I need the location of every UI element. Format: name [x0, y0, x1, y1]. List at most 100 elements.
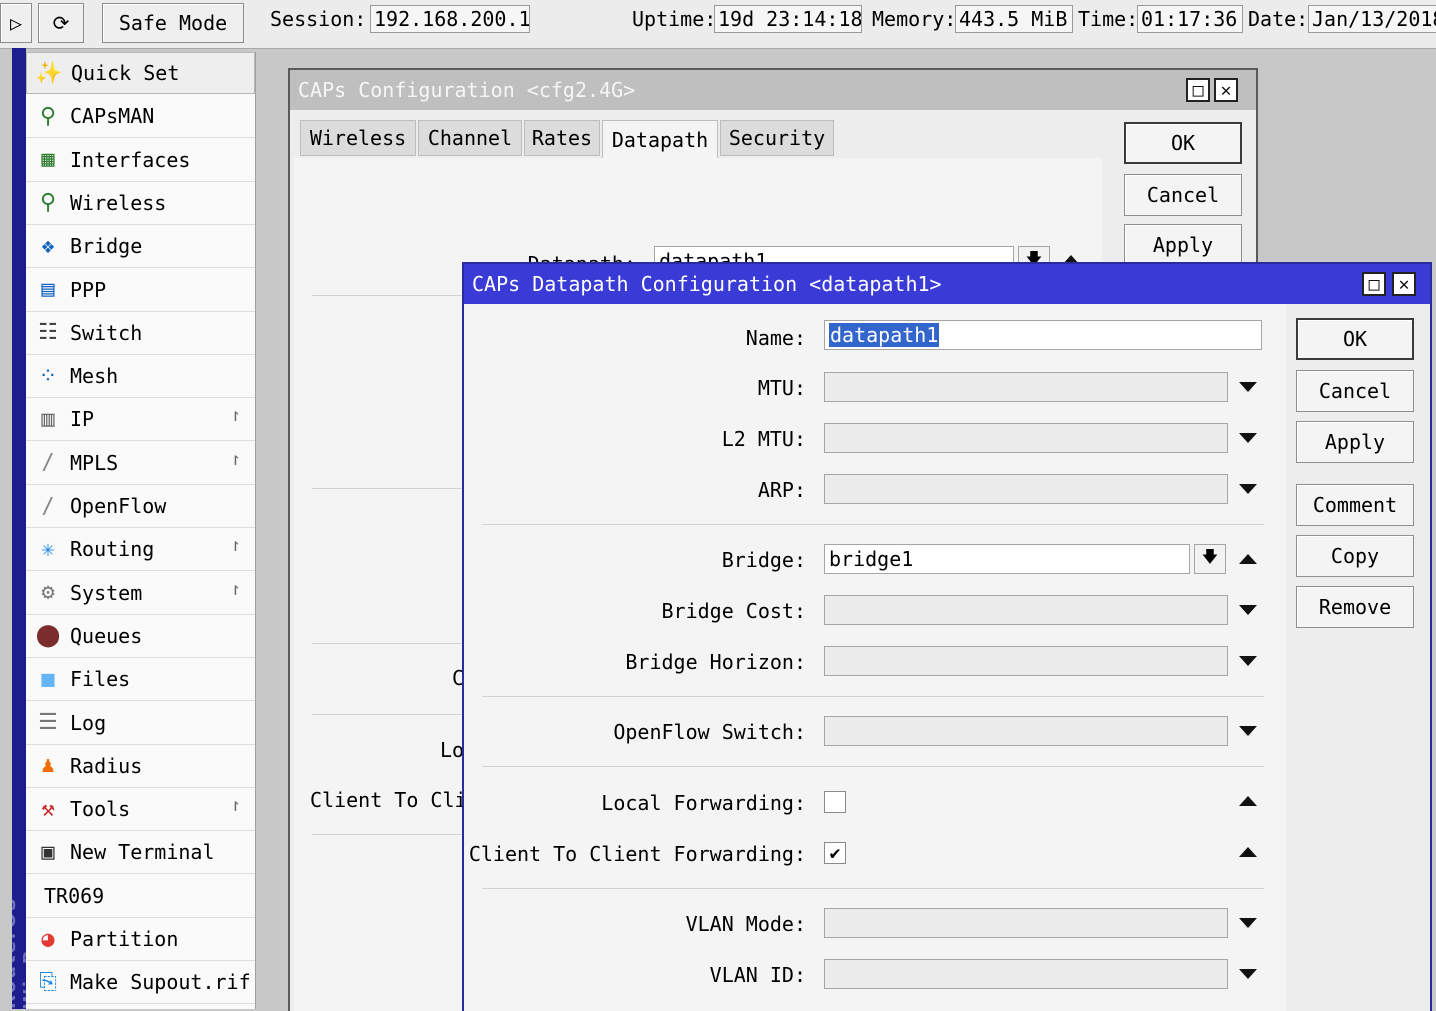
- apply-button[interactable]: Apply: [1124, 224, 1242, 266]
- sidebar-item-bridge[interactable]: ❖ Bridge: [26, 225, 255, 269]
- sidebar-item-mpls[interactable]: ∕ MPLS ↾: [26, 442, 255, 485]
- sidebar-item-system[interactable]: ⚙ System ↾: [26, 572, 255, 615]
- checkmark-icon: ✔: [829, 842, 841, 864]
- ok-button[interactable]: OK: [1296, 318, 1414, 360]
- separator: [312, 834, 472, 835]
- submenu-arrow-icon: ↾: [230, 405, 241, 427]
- dropdown-icon[interactable]: 🡇: [1194, 544, 1226, 574]
- close-icon[interactable]: ✕: [1214, 78, 1238, 102]
- users-icon: ♟: [41, 753, 55, 779]
- sidebar-item-new-terminal[interactable]: ▣ New Terminal: [26, 831, 255, 875]
- tab-rates[interactable]: Rates: [524, 120, 600, 156]
- sidebar-item-queues[interactable]: ⬤ Queues: [26, 615, 255, 658]
- collapse-arrow-icon[interactable]: [1239, 796, 1257, 806]
- sidebar-item-label: Bridge: [70, 234, 143, 259]
- sidebar-item-routing[interactable]: ✳ Routing ↾: [26, 528, 255, 572]
- caps-config-title: CAPs Configuration <cfg2.4G>: [298, 78, 636, 102]
- client-forwarding-label: Client To Client Forwarding:: [468, 842, 806, 866]
- sidebar-item-mesh[interactable]: ⁘ Mesh: [26, 355, 255, 399]
- close-icon[interactable]: ✕: [1392, 272, 1416, 296]
- collapse-arrow-icon[interactable]: [1239, 554, 1257, 564]
- bridge-icon: ❖: [41, 233, 55, 259]
- expand-arrow-icon[interactable]: [1239, 484, 1257, 494]
- vlan-mode-field[interactable]: [824, 908, 1228, 938]
- caps-config-titlebar[interactable]: CAPs Configuration <cfg2.4G>: [290, 70, 1256, 110]
- local-forwarding-checkbox[interactable]: [824, 791, 846, 813]
- safe-mode-button[interactable]: Safe Mode: [102, 3, 244, 43]
- vlan-mode-label: VLAN Mode:: [685, 912, 806, 936]
- sidebar-item-log[interactable]: ☰ Log: [26, 702, 255, 745]
- comment-button[interactable]: Comment: [1296, 484, 1414, 526]
- sidebar-item-tools[interactable]: ⚒ Tools ↾: [26, 788, 255, 832]
- bridge-select[interactable]: bridge1: [824, 544, 1190, 574]
- cancel-button[interactable]: Cancel: [1296, 370, 1414, 412]
- tab-channel[interactable]: Channel: [418, 120, 522, 156]
- mtu-field[interactable]: [824, 372, 1228, 402]
- l2mtu-field[interactable]: [824, 423, 1228, 453]
- sidebar-item-label: Tools: [70, 797, 131, 822]
- sidebar-item-interfaces[interactable]: ▦ Interfaces: [26, 139, 255, 182]
- folder-icon: ■: [41, 666, 55, 692]
- sidebar-item-tr069[interactable]: TR069: [26, 875, 255, 918]
- separator: [482, 524, 1264, 525]
- vlan-id-field[interactable]: [824, 959, 1228, 989]
- submenu-arrow-icon: ↾: [230, 795, 241, 817]
- session-label: Session:: [270, 7, 367, 31]
- l2mtu-label: L2 MTU:: [721, 427, 806, 451]
- wizard-icon: ✨: [35, 60, 63, 86]
- bridge-horizon-field[interactable]: [824, 646, 1228, 676]
- expand-arrow-icon[interactable]: [1239, 605, 1257, 615]
- sidebar-item-partition[interactable]: ◕ Partition: [26, 918, 255, 961]
- ok-button[interactable]: OK: [1124, 122, 1242, 164]
- tab-wireless[interactable]: Wireless: [300, 120, 416, 156]
- expand-arrow-icon[interactable]: [1239, 382, 1257, 392]
- redo-button[interactable]: ⟳: [38, 3, 84, 43]
- sidebar-item-ip[interactable]: ▥ IP ↾: [26, 398, 255, 442]
- expand-arrow-icon[interactable]: [1239, 656, 1257, 666]
- sidebar-item-openflow[interactable]: ∕ OpenFlow: [26, 485, 255, 528]
- datapath-config-titlebar[interactable]: CAPs Datapath Configuration <datapath1>: [464, 264, 1430, 304]
- expand-arrow-icon[interactable]: [1239, 918, 1257, 928]
- arp-field[interactable]: [824, 474, 1228, 504]
- tab-datapath[interactable]: Datapath: [602, 120, 718, 158]
- time-label: Time:: [1078, 7, 1139, 31]
- tab-security[interactable]: Security: [720, 120, 834, 156]
- sidebar-item-files[interactable]: ■ Files: [26, 658, 255, 702]
- expand-arrow-icon[interactable]: [1239, 726, 1257, 736]
- expand-arrow-icon[interactable]: [1239, 433, 1257, 443]
- maximize-icon[interactable]: □: [1186, 78, 1210, 102]
- sidebar-item-switch[interactable]: ☷ Switch: [26, 312, 255, 355]
- antenna-icon: ⚲: [39, 103, 57, 129]
- cancel-button[interactable]: Cancel: [1124, 174, 1242, 216]
- uptime-label: Uptime:: [632, 7, 717, 31]
- maximize-icon[interactable]: □: [1362, 272, 1386, 296]
- apply-button[interactable]: Apply: [1296, 421, 1414, 463]
- openflow-icon: ∕: [41, 493, 55, 519]
- collapse-arrow-icon[interactable]: [1239, 847, 1257, 857]
- sidebar-item-wireless[interactable]: ⚲ Wireless: [26, 182, 255, 225]
- separator: [312, 714, 472, 715]
- remove-button[interactable]: Remove: [1296, 586, 1414, 628]
- sidebar-item-label: OpenFlow: [70, 494, 167, 518]
- sidebar-item-ppp[interactable]: ▤ PPP: [26, 269, 255, 312]
- interfaces-icon: ▦: [41, 147, 55, 173]
- undo-button[interactable]: ▷: [0, 3, 32, 43]
- submenu-arrow-icon: ↾: [230, 448, 241, 470]
- memory-value: 443.5 MiB: [955, 5, 1073, 33]
- client-forwarding-checkbox[interactable]: ✔: [824, 842, 846, 864]
- sidebar-item-capsman[interactable]: ⚲ CAPsMAN: [26, 95, 255, 139]
- mtu-label: MTU:: [757, 376, 806, 400]
- sidebar-item-radius[interactable]: ♟ Radius: [26, 745, 255, 788]
- openflow-switch-field[interactable]: [824, 716, 1228, 746]
- sidebar-item-label: Files: [70, 667, 131, 692]
- separator: [482, 766, 1264, 767]
- bridge-cost-field[interactable]: [824, 595, 1228, 625]
- sidebar-item-quick-set[interactable]: ✨ Quick Set: [26, 52, 255, 94]
- copy-button[interactable]: Copy: [1296, 535, 1414, 577]
- sidebar-item-label: Wireless: [70, 190, 167, 215]
- expand-arrow-icon[interactable]: [1239, 969, 1257, 979]
- name-input[interactable]: datapath1: [824, 320, 1262, 350]
- sidebar-item-label: PPP: [70, 277, 107, 302]
- sidebar-item-make-supout-rif[interactable]: ⎘ Make Supout.rif: [26, 961, 255, 1005]
- submenu-arrow-icon: ↾: [230, 535, 241, 557]
